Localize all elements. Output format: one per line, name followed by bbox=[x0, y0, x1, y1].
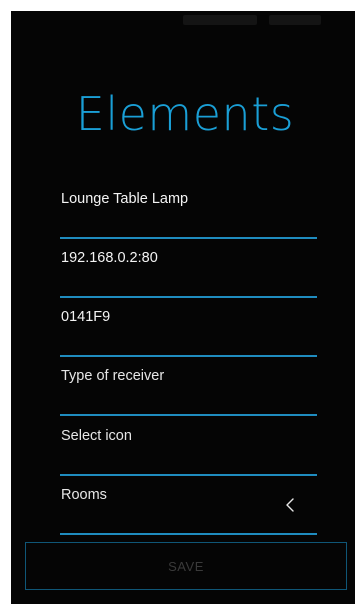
device-code-value: 0141F9 bbox=[61, 309, 111, 325]
icon-select[interactable]: Select icon bbox=[60, 428, 317, 476]
page-title: Elements bbox=[75, 87, 295, 141]
save-button[interactable]: SAVE bbox=[25, 542, 347, 590]
status-bar-indicator bbox=[183, 15, 257, 25]
app-screen: Elements Lounge Table Lamp 192.168.0.2:8… bbox=[11, 11, 355, 604]
device-name-value: Lounge Table Lamp bbox=[61, 191, 189, 207]
status-bar bbox=[11, 11, 355, 37]
chevron-left-icon[interactable] bbox=[285, 497, 295, 513]
device-code-field[interactable]: 0141F9 bbox=[60, 309, 317, 357]
rooms-placeholder: Rooms bbox=[61, 487, 107, 503]
icon-select-placeholder: Select icon bbox=[61, 428, 132, 444]
device-name-field[interactable]: Lounge Table Lamp bbox=[60, 191, 317, 239]
ip-address-value: 192.168.0.2:80 bbox=[61, 250, 158, 266]
receiver-type-select[interactable]: Type of receiver bbox=[60, 368, 317, 416]
status-bar-indicator bbox=[269, 15, 321, 25]
rooms-select[interactable]: Rooms bbox=[60, 487, 317, 535]
ip-address-field[interactable]: 192.168.0.2:80 bbox=[60, 250, 317, 298]
receiver-type-placeholder: Type of receiver bbox=[61, 368, 165, 384]
